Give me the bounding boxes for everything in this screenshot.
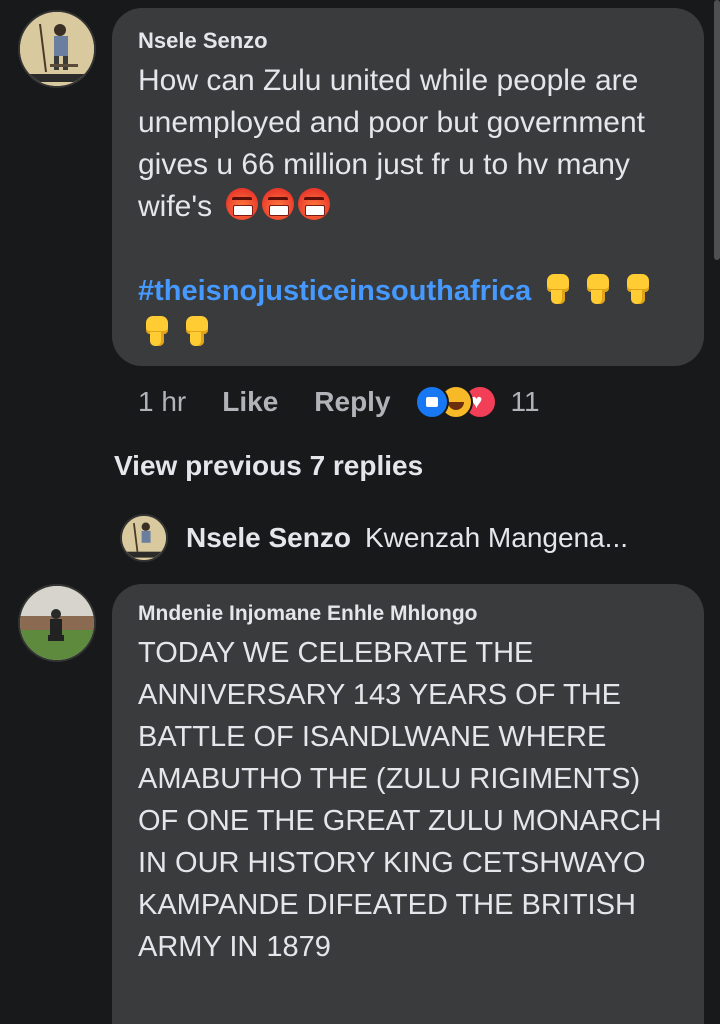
angry-face-icon <box>262 188 295 220</box>
comment-text: How can Zulu united while people are une… <box>138 60 698 228</box>
comment-text-line: AMABUTHO THE (ZULU RIGIMENTS) <box>138 763 641 795</box>
comment-text-line: KAMPANDE DIFEATED THE BRITISH <box>138 889 636 921</box>
comment-text-line: gives u 66 million just fr u to hv many <box>138 148 630 181</box>
view-previous-replies-link[interactable]: View previous 7 replies <box>114 450 423 482</box>
avatar-small <box>120 514 168 562</box>
avatar-figure-icon <box>122 516 166 560</box>
reply-preview-text: Kwenzah Mangena... <box>364 522 629 553</box>
reaction-summary[interactable]: 11 <box>414 385 540 419</box>
comment-bubble: Mndenie Injomane Enhle Mhlongo TODAY WE … <box>112 584 704 1024</box>
like-button[interactable]: Like <box>222 386 278 418</box>
comment-text-line: BATTLE OF ISANDLWANE WHERE <box>138 721 607 753</box>
comment-bubble: Nsele Senzo How can Zulu united while pe… <box>112 8 704 366</box>
comment-text-line: unemployed and poor but government <box>138 106 646 139</box>
comment-timestamp[interactable]: 1 hr <box>138 386 186 418</box>
comment-text-line: wife's <box>138 186 698 228</box>
avatar-figure-icon <box>20 12 94 86</box>
comment-text-line: TODAY WE CELEBRATE THE <box>138 637 534 669</box>
reply-preview[interactable]: Nsele Senzo Kwenzah Mangena... <box>120 510 628 566</box>
comment-author[interactable]: Mndenie Injomane Enhle Mhlongo <box>138 602 478 626</box>
raised-fist-icon <box>182 314 212 348</box>
avatar-mndenie[interactable] <box>18 584 96 662</box>
comment-text: TODAY WE CELEBRATE THE ANNIVERSARY 143 Y… <box>138 632 698 968</box>
comment-actions: 1 hr Like Reply 11 <box>138 380 540 424</box>
comment-text-line: OF ONE THE GREAT ZULU MONARCH <box>138 805 662 837</box>
comment-text-line: IN OUR HISTORY KING CETSHWAYO <box>138 847 646 879</box>
comment-text-line: How can Zulu united while people are <box>138 64 639 97</box>
raised-fist-icon <box>623 272 653 306</box>
angry-face-icon <box>226 188 259 220</box>
comment-author[interactable]: Nsele Senzo <box>138 28 268 54</box>
like-reaction-icon <box>414 385 449 419</box>
raised-fist-icon <box>543 272 573 306</box>
angry-face-icon <box>298 188 331 220</box>
scrollbar[interactable] <box>714 0 720 260</box>
fist-emoji-line <box>142 314 222 348</box>
reply-preview-author[interactable]: Nsele Senzo <box>186 522 351 554</box>
hashtag-link[interactable]: #theisnojusticeinsouthafrica <box>138 275 531 307</box>
reaction-count: 11 <box>510 386 540 417</box>
raised-fist-icon <box>583 272 613 306</box>
avatar-nsele-senzo[interactable] <box>18 10 96 88</box>
hashtag-line: #theisnojusticeinsouthafrica <box>138 270 663 312</box>
raised-fist-icon <box>142 314 172 348</box>
comment-text-line: ARMY IN 1879 <box>138 931 331 963</box>
comment-text-line: ANNIVERSARY 143 YEARS OF THE <box>138 679 621 711</box>
avatar-photo-icon <box>20 586 94 660</box>
reply-button[interactable]: Reply <box>314 386 390 418</box>
